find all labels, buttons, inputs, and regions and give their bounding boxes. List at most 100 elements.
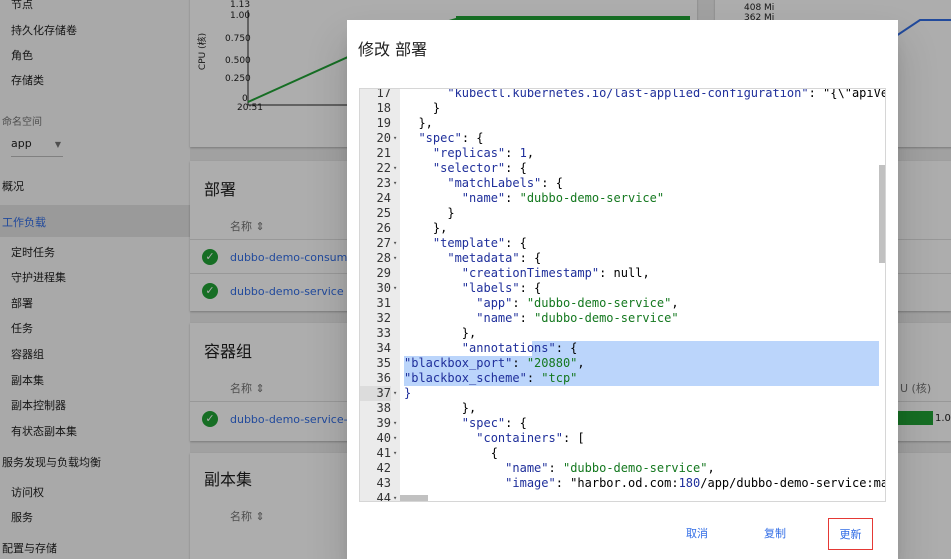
line-number: 36 bbox=[376, 371, 391, 385]
editor-line[interactable]: 32 "name": "dubbo-demo-service" bbox=[360, 311, 880, 326]
code-text: { bbox=[404, 446, 498, 460]
editor-line[interactable]: 33 }, bbox=[360, 326, 880, 341]
editor-line[interactable]: 29 "creationTimestamp": null, bbox=[360, 266, 880, 281]
code-text: }, bbox=[404, 326, 477, 340]
dialog-title: 修改 部署 bbox=[358, 40, 428, 59]
fold-arrow-icon[interactable]: ▾ bbox=[393, 131, 397, 146]
line-number: 20 bbox=[376, 131, 391, 145]
editor-line[interactable]: 30 ▾ "labels": { bbox=[360, 281, 880, 296]
editor-horizontal-scrollbar[interactable] bbox=[400, 495, 428, 501]
editor-line[interactable]: 44 ▾ bbox=[360, 491, 880, 502]
code-text: "blackbox_scheme": "tcp" bbox=[404, 371, 578, 385]
editor-line[interactable]: 24 "name": "dubbo-demo-service" bbox=[360, 191, 880, 206]
code-text: }, bbox=[404, 401, 477, 415]
editor-line[interactable]: 20 ▾ "spec": { bbox=[360, 131, 880, 146]
editor-line[interactable]: 38 }, bbox=[360, 401, 880, 416]
line-number: 40 bbox=[376, 431, 391, 445]
fold-arrow-icon[interactable]: ▾ bbox=[393, 491, 397, 501]
fold-arrow-icon[interactable]: ▾ bbox=[393, 251, 397, 266]
code-text: } bbox=[404, 206, 455, 220]
editor-line[interactable]: 21 "replicas": 1, bbox=[360, 146, 880, 161]
line-number: 41 bbox=[376, 446, 391, 460]
code-text: "annotations": { bbox=[461, 341, 578, 355]
code-text: "kubectl.kubernetes.io/last-applied-conf… bbox=[447, 88, 885, 100]
editor-line[interactable]: 41 ▾ { bbox=[360, 446, 880, 461]
line-number: 18 bbox=[376, 101, 391, 115]
editor-line[interactable]: 39 ▾ "spec": { bbox=[360, 416, 880, 431]
editor-line[interactable]: 43 "image": "harbor.od.com:180/app/dubbo… bbox=[360, 476, 885, 491]
line-number: 32 bbox=[376, 311, 391, 325]
edit-deployment-dialog: 修改 部署 17 "kubectl.kubernetes.io/last-app… bbox=[347, 20, 898, 559]
code-text: "matchLabels": { bbox=[447, 176, 563, 190]
fold-arrow-icon[interactable]: ▾ bbox=[393, 446, 397, 461]
json-editor[interactable]: 17 "kubectl.kubernetes.io/last-applied-c… bbox=[359, 88, 886, 502]
code-text: "name": "dubbo-demo-service" bbox=[461, 191, 665, 205]
fold-arrow-icon[interactable]: ▾ bbox=[393, 281, 397, 296]
editor-line[interactable]: 40 ▾ "containers": [ bbox=[360, 431, 880, 446]
fold-arrow-icon[interactable]: ▾ bbox=[393, 161, 397, 176]
line-number: 44 bbox=[376, 491, 391, 502]
fold-arrow-icon[interactable]: ▾ bbox=[393, 176, 397, 191]
code-text: "app": "dubbo-demo-service", bbox=[476, 296, 679, 310]
line-number: 21 bbox=[376, 146, 391, 160]
line-number: 37 bbox=[360, 386, 391, 401]
editor-line[interactable]: 27 ▾ "template": { bbox=[360, 236, 880, 251]
line-number: 17 bbox=[376, 88, 391, 100]
line-number: 39 bbox=[376, 416, 391, 430]
editor-line[interactable]: 22 ▾ "selector": { bbox=[360, 161, 880, 176]
editor-vertical-scrollbar[interactable] bbox=[879, 165, 885, 263]
editor-line[interactable]: 18 } bbox=[360, 101, 880, 116]
line-number: 19 bbox=[376, 116, 391, 130]
editor-line[interactable]: 26 }, bbox=[360, 221, 880, 236]
line-number: 25 bbox=[376, 206, 391, 220]
code-text: "spec": { bbox=[418, 131, 484, 145]
line-number: 28 bbox=[376, 251, 391, 265]
code-text: "name": "dubbo-demo-service" bbox=[476, 311, 679, 325]
fold-arrow-icon[interactable]: ▾ bbox=[393, 386, 397, 401]
line-number: 31 bbox=[376, 296, 391, 310]
editor-line[interactable]: 31 "app": "dubbo-demo-service", bbox=[360, 296, 880, 311]
cancel-button[interactable]: 取消 bbox=[673, 518, 721, 550]
line-number: 26 bbox=[376, 221, 391, 235]
editor-line[interactable]: 19 }, bbox=[360, 116, 880, 131]
line-number: 22 bbox=[376, 161, 391, 175]
editor-line[interactable]: 35 "blackbox_port": "20880", bbox=[360, 356, 880, 371]
code-text: "labels": { bbox=[461, 281, 542, 295]
code-text: "replicas": 1, bbox=[432, 146, 535, 160]
line-number: 30 bbox=[376, 281, 391, 295]
line-number: 27 bbox=[376, 236, 391, 250]
line-number: 35 bbox=[376, 356, 391, 370]
code-text: "blackbox_port": "20880", bbox=[404, 356, 585, 370]
line-number: 43 bbox=[376, 476, 391, 490]
editor-line[interactable]: 25 } bbox=[360, 206, 880, 221]
code-text: "template": { bbox=[432, 236, 527, 250]
code-text: } bbox=[404, 386, 412, 400]
code-text: }, bbox=[404, 116, 433, 130]
line-number: 24 bbox=[376, 191, 391, 205]
editor-line[interactable]: 42 "name": "dubbo-demo-service", bbox=[360, 461, 880, 476]
editor-line[interactable]: 28 ▾ "metadata": { bbox=[360, 251, 880, 266]
editor-line[interactable]: 23 ▾ "matchLabels": { bbox=[360, 176, 880, 191]
update-button[interactable]: 更新 bbox=[828, 518, 873, 550]
line-number: 34 bbox=[376, 341, 391, 355]
editor-line[interactable]: 36 "blackbox_scheme": "tcp" bbox=[360, 371, 880, 386]
editor-line[interactable]: 37 ▾} bbox=[360, 386, 880, 401]
code-text: } bbox=[404, 101, 441, 115]
line-number: 33 bbox=[376, 326, 391, 340]
code-text: "selector": { bbox=[432, 161, 527, 175]
code-text: "creationTimestamp": null, bbox=[461, 266, 650, 280]
line-number: 29 bbox=[376, 266, 391, 280]
fold-arrow-icon[interactable]: ▾ bbox=[393, 431, 397, 446]
line-number: 23 bbox=[376, 176, 391, 190]
code-text: "spec": { bbox=[461, 416, 527, 430]
code-text: "name": "dubbo-demo-service", bbox=[505, 461, 715, 475]
editor-line[interactable]: 34 "annotations": { bbox=[360, 341, 880, 356]
fold-arrow-icon[interactable]: ▾ bbox=[393, 236, 397, 251]
code-text: "containers": [ bbox=[476, 431, 585, 445]
editor-line[interactable]: 17 "kubectl.kubernetes.io/last-applied-c… bbox=[360, 88, 885, 101]
copy-button[interactable]: 复制 bbox=[751, 518, 799, 550]
line-number: 42 bbox=[376, 461, 391, 475]
fold-arrow-icon[interactable]: ▾ bbox=[393, 416, 397, 431]
line-number: 38 bbox=[376, 401, 391, 415]
code-text: "image": "harbor.od.com:180/app/dubbo-de… bbox=[505, 476, 885, 490]
